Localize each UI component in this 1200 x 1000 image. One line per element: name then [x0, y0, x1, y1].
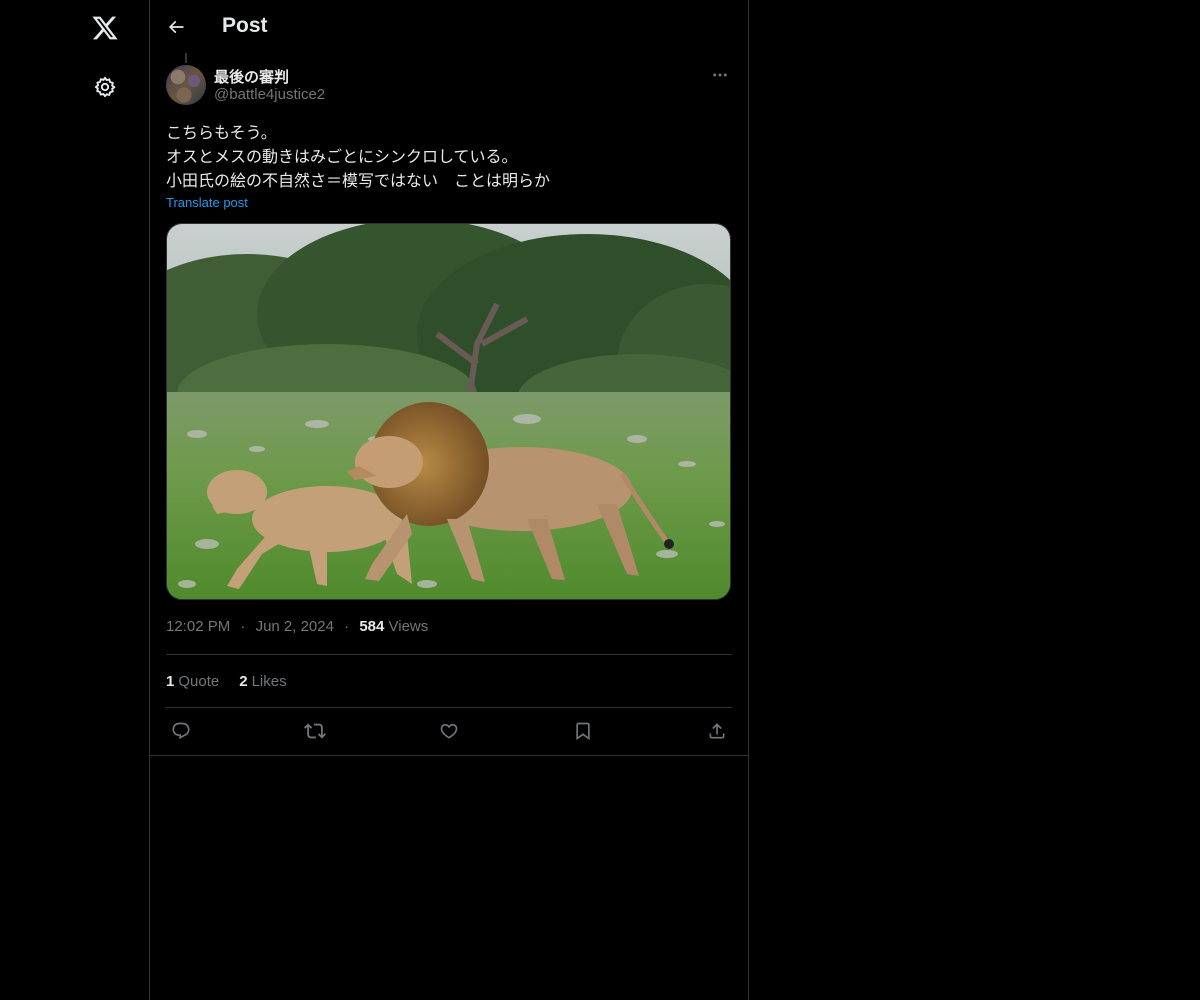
- reply-button[interactable]: [170, 720, 192, 742]
- bookmark-button[interactable]: [572, 720, 594, 742]
- repost-button[interactable]: [304, 720, 326, 742]
- left-navigation: [0, 0, 150, 1000]
- like-icon: [440, 723, 458, 739]
- post-image[interactable]: [166, 223, 731, 600]
- likes-count: 2: [239, 672, 248, 690]
- share-button[interactable]: [706, 720, 728, 742]
- like-button[interactable]: [438, 720, 460, 742]
- likes-label: Likes: [251, 672, 287, 690]
- page-header: Post: [150, 0, 748, 53]
- x-logo-icon[interactable]: [81, 4, 129, 52]
- repost-icon: [304, 723, 326, 739]
- back-button[interactable]: [158, 9, 194, 45]
- post-text-line: オスとメスの動きはみごとにシンクロしている。: [166, 147, 518, 166]
- post-metadata: 12:02 PM · Jun 2, 2024 · 584 Views: [166, 618, 732, 638]
- likes-link[interactable]: 2 Likes: [239, 673, 286, 690]
- divider: [150, 755, 748, 756]
- share-icon: [709, 723, 725, 739]
- post: 最後の審判 @battle4justice2 こちらもそう。 オスとメスの動きは…: [166, 65, 732, 754]
- quotes-label: Quote: [178, 672, 220, 690]
- separator: ·: [240, 618, 246, 635]
- ellipsis-icon: [713, 73, 727, 77]
- post-text-line: 小田氏の絵の不自然さ＝模写ではない ことは明らか: [166, 171, 551, 190]
- post-text: こちらもそう。 オスとメスの動きはみごとにシンクロしている。 小田氏の絵の不自然…: [166, 121, 732, 193]
- author-handle[interactable]: @battle4justice2: [214, 86, 325, 103]
- gear-icon[interactable]: [81, 63, 129, 111]
- views-label: Views: [388, 618, 429, 635]
- post-actions: [166, 708, 732, 754]
- post-text-line: こちらもそう。: [166, 123, 277, 142]
- photo-lions-icon: [167, 224, 730, 599]
- translate-post-link[interactable]: Translate post: [166, 195, 248, 210]
- thread-connector: [185, 53, 187, 63]
- post-time[interactable]: 12:02 PM: [166, 618, 230, 635]
- quotes-link[interactable]: 1 Quote: [166, 673, 219, 690]
- post-date[interactable]: Jun 2, 2024: [256, 618, 334, 635]
- quotes-count: 1: [166, 672, 175, 690]
- separator: ·: [344, 618, 350, 635]
- post-stats: 1 Quote 2 Likes: [166, 655, 732, 707]
- main-column: Post 最後の審判 @battle4justice2 こちらもそう。 オスとメ…: [150, 0, 749, 1000]
- author-display-name[interactable]: 最後の審判: [214, 66, 289, 87]
- arrow-left-icon: [168, 20, 184, 34]
- more-options-button[interactable]: [708, 65, 732, 85]
- avatar[interactable]: [166, 65, 206, 105]
- reply-icon: [172, 722, 190, 740]
- views-count: 584: [359, 618, 385, 635]
- post-author: 最後の審判 @battle4justice2: [166, 65, 732, 109]
- page-title: Post: [222, 14, 268, 37]
- bookmark-icon: [576, 722, 590, 741]
